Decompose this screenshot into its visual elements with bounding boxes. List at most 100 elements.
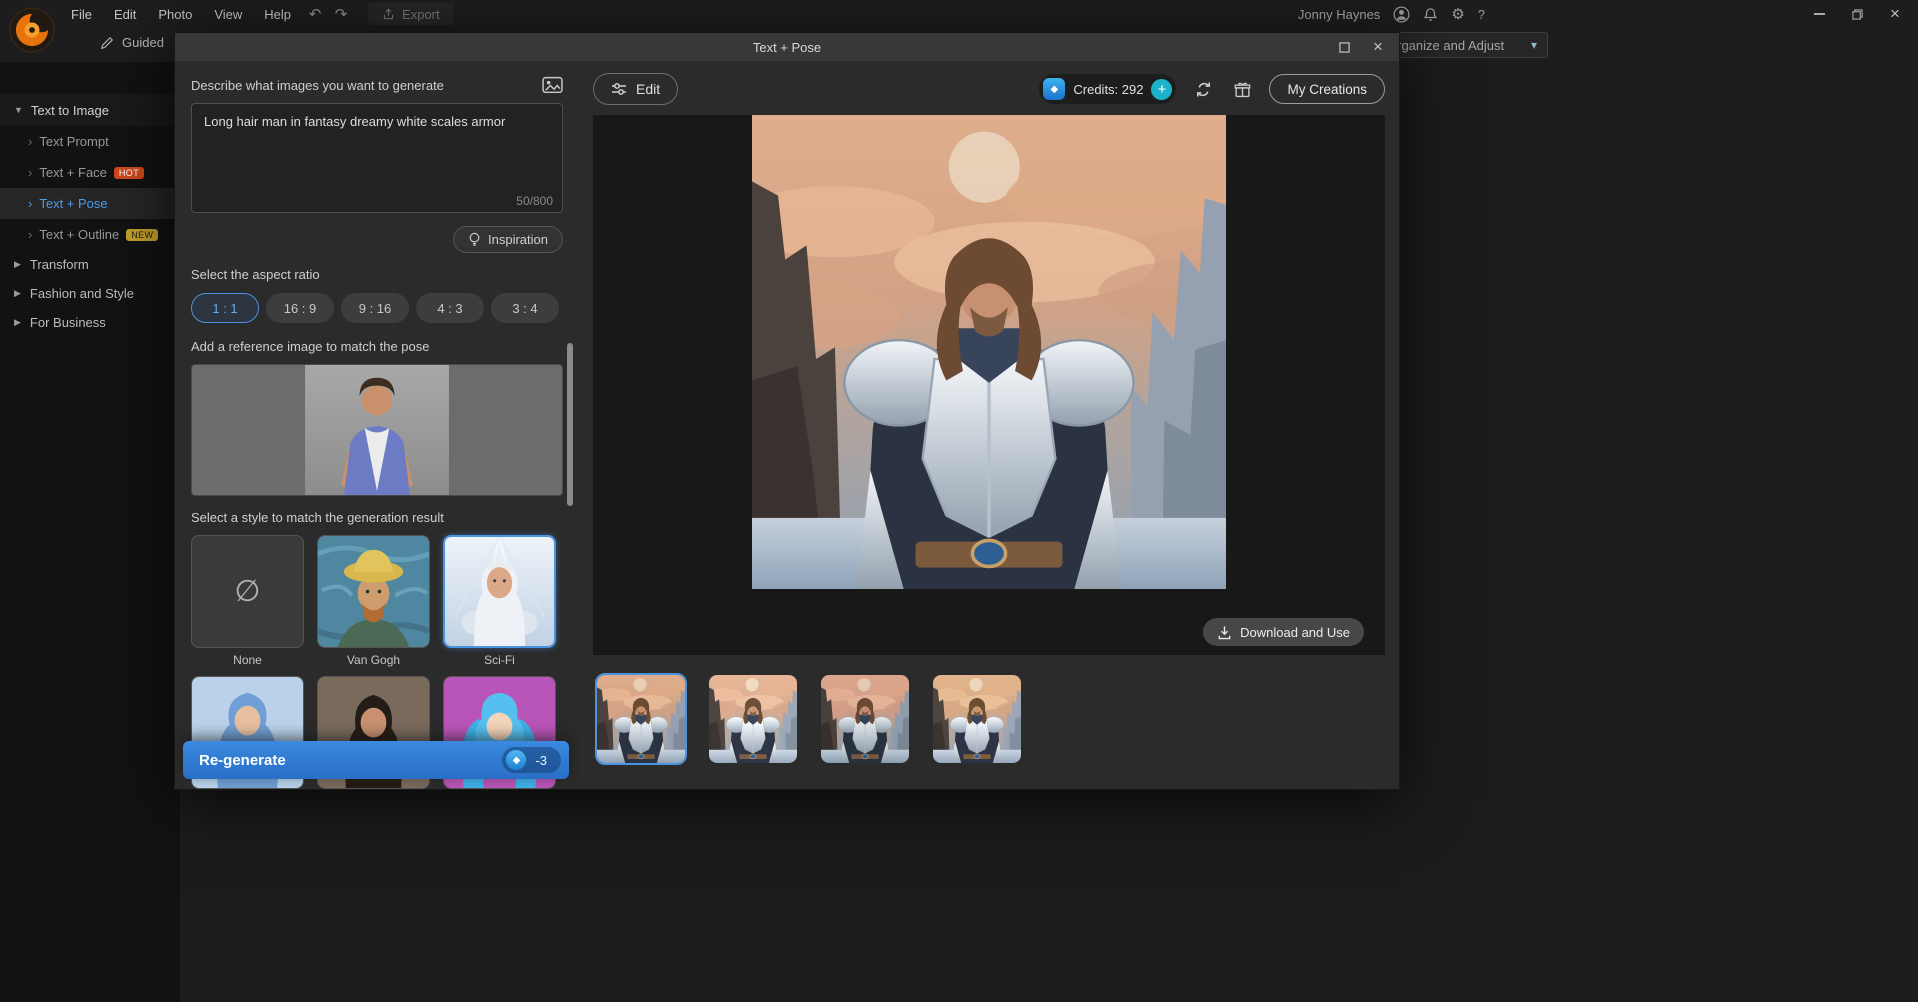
export-label: Export [402, 7, 440, 22]
menu-edit[interactable]: Edit [103, 7, 147, 22]
ratio-9-16-button[interactable]: 9 : 16 [341, 293, 409, 323]
generated-image [752, 115, 1226, 589]
result-thumbnail[interactable] [595, 673, 687, 765]
window-restore-icon[interactable] [1838, 0, 1876, 28]
result-thumbnail[interactable] [707, 673, 799, 765]
sidebar-group-label: Fashion and Style [30, 286, 134, 301]
sidebar-group-text-to-image[interactable]: ▼ Text to Image [0, 94, 180, 126]
mode-select-value: Organize and Adjust [1387, 38, 1504, 53]
help-icon[interactable]: ? [1478, 7, 1485, 22]
pose-reference-label: Add a reference image to match the pose [191, 339, 563, 356]
hot-badge: HOT [114, 167, 144, 179]
dialog-close-icon[interactable]: × [1361, 33, 1395, 61]
sidebar-item-label: Text + Outline [39, 227, 119, 242]
download-icon [1217, 625, 1232, 640]
menubar: File Edit Photo View Help ↶ ↷ Export Jon… [0, 0, 1918, 28]
avatar-icon[interactable] [1393, 6, 1410, 23]
style-van-gogh-thumb[interactable] [317, 535, 430, 648]
sidebar-group-label: For Business [30, 315, 106, 330]
export-button[interactable]: Export [368, 3, 454, 25]
style-captions: None Van Gogh Sci-Fi [191, 653, 563, 667]
edit-label: Edit [636, 81, 660, 97]
credits-balance: Credits: 292 [1073, 82, 1143, 97]
gift-icon[interactable] [1230, 77, 1254, 101]
dialog-right-panel: Edit ◆ Credits: 292 + My Creations [579, 61, 1399, 789]
chevron-down-icon: ▾ [1531, 38, 1537, 52]
left-panel-scrollbar[interactable] [567, 343, 573, 506]
ratio-16-9-button[interactable]: 16 : 9 [266, 293, 334, 323]
menu-file[interactable]: File [60, 7, 103, 22]
sidebar-item-text-pose[interactable]: › Text + Pose [0, 188, 180, 219]
my-creations-button[interactable]: My Creations [1269, 74, 1385, 104]
sidebar: ▼ Text to Image › Text Prompt › Text + F… [0, 62, 180, 1002]
style-sci-fi-thumb[interactable] [443, 535, 556, 648]
refresh-icon[interactable] [1191, 77, 1215, 101]
style-none-caption: None [191, 653, 304, 667]
menu-help[interactable]: Help [253, 7, 302, 22]
ratio-3-4-button[interactable]: 3 : 4 [491, 293, 559, 323]
regenerate-button[interactable]: Re-generate ◆ -3 [183, 741, 569, 779]
download-label: Download and Use [1240, 625, 1350, 640]
dialog-maximize-icon[interactable] [1327, 33, 1361, 61]
credits-diamond-icon: ◆ [1043, 78, 1065, 100]
triangle-right-icon: ▶ [14, 317, 21, 328]
style-none-thumb[interactable]: ∅ [191, 535, 304, 648]
notifications-bell-icon[interactable] [1423, 7, 1438, 22]
dialog-window-controls: × [1327, 33, 1395, 61]
style-sci-fi-caption: Sci-Fi [443, 653, 556, 667]
new-badge: NEW [126, 229, 158, 241]
guided-tab[interactable]: Guided [100, 35, 164, 50]
my-creations-label: My Creations [1287, 82, 1367, 97]
sidebar-group-transform[interactable]: ▶ Transform [0, 250, 180, 279]
credits-pill[interactable]: ◆ Credits: 292 + [1039, 74, 1176, 104]
ratio-4-3-button[interactable]: 4 : 3 [416, 293, 484, 323]
regenerate-label: Re-generate [199, 752, 502, 769]
style-row-1: ∅ [191, 535, 563, 648]
inspiration-button[interactable]: Inspiration [453, 226, 563, 253]
chevron-right-icon: › [28, 134, 32, 149]
pencil-icon [100, 36, 114, 50]
sidebar-group-fashion-style[interactable]: ▶ Fashion and Style [0, 279, 180, 308]
triangle-down-icon: ▼ [14, 105, 23, 115]
dialog-title: Text + Pose [753, 40, 821, 55]
result-thumbnail[interactable] [931, 673, 1023, 765]
menu-view[interactable]: View [203, 7, 253, 22]
prompt-input[interactable]: Long hair man in fantasy dreamy white sc… [191, 103, 563, 213]
settings-gear-icon[interactable]: ⚙ [1451, 5, 1464, 23]
window-controls: × [1800, 0, 1914, 28]
triangle-right-icon: ▶ [14, 259, 21, 270]
result-canvas: Download and Use [593, 115, 1385, 655]
aspect-ratio-label: Select the aspect ratio [191, 267, 563, 284]
sidebar-item-label: Text + Face [39, 165, 107, 180]
edit-button[interactable]: Edit [593, 73, 678, 105]
sidebar-item-text-outline[interactable]: › Text + Outline NEW [0, 219, 180, 250]
sliders-icon [611, 82, 627, 96]
mode-select[interactable]: Organize and Adjust ▾ [1376, 32, 1548, 58]
dialog-titlebar[interactable]: Text + Pose × [175, 33, 1399, 61]
guided-label: Guided [122, 35, 164, 50]
download-and-use-button[interactable]: Download and Use [1203, 618, 1364, 646]
add-image-icon[interactable] [542, 76, 563, 95]
user-name: Jonny Haynes [1298, 7, 1380, 22]
sidebar-item-text-prompt[interactable]: › Text Prompt [0, 126, 180, 157]
text-pose-dialog: Text + Pose × Describe what images you w… [174, 32, 1400, 790]
app-logo [9, 7, 55, 53]
credit-coin-icon: ◆ [506, 750, 526, 770]
pose-reference-image[interactable] [191, 364, 563, 496]
window-close-icon[interactable]: × [1876, 0, 1914, 28]
redo-icon[interactable]: ↷ [328, 5, 354, 23]
sidebar-group-label: Text to Image [31, 103, 109, 118]
sidebar-item-text-face[interactable]: › Text + Face HOT [0, 157, 180, 188]
add-credits-icon[interactable]: + [1151, 79, 1172, 100]
window-minimize-icon[interactable] [1800, 0, 1838, 28]
prompt-label: Describe what images you want to generat… [191, 78, 444, 93]
result-toolbar: Edit ◆ Credits: 292 + My Creations [593, 73, 1385, 105]
ratio-1-1-button[interactable]: 1 : 1 [191, 293, 259, 323]
regenerate-cost-value: -3 [535, 753, 547, 768]
undo-icon[interactable]: ↶ [302, 5, 328, 23]
result-thumbnail[interactable] [819, 673, 911, 765]
menu-photo[interactable]: Photo [147, 7, 203, 22]
dialog-left-panel: Describe what images you want to generat… [175, 61, 579, 789]
style-van-gogh-caption: Van Gogh [317, 653, 430, 667]
sidebar-group-for-business[interactable]: ▶ For Business [0, 308, 180, 337]
